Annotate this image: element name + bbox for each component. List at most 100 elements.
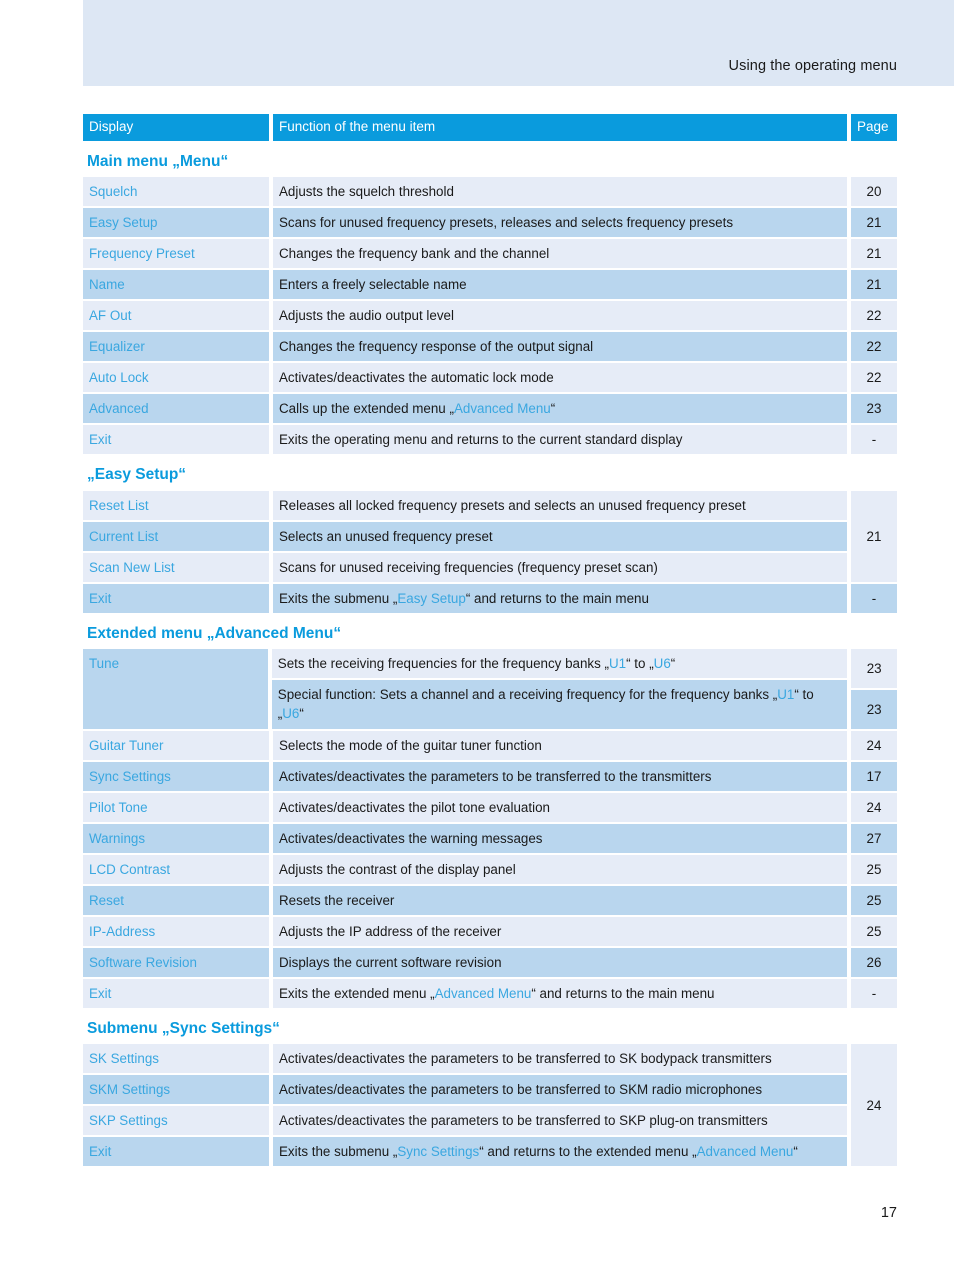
table-row: Reset Resets the receiver 25 <box>83 885 897 915</box>
table-row: Frequency Preset Changes the frequency ba… <box>83 239 897 269</box>
function-text: Adjusts the contrast of the display pane… <box>279 861 516 877</box>
page-content: Display Function of the menu item Page M… <box>83 114 897 1168</box>
menu-item-page: 21 <box>851 270 897 300</box>
menu-item-page: - <box>851 425 897 455</box>
table-row-group: SK Settings SKM Settings SKP Settings Exit A… <box>83 1044 897 1167</box>
function-text: Activates/deactivates the automatic lock… <box>279 370 554 386</box>
table-row: Squelch Adjusts the squelch threshold 20 <box>83 177 897 207</box>
menu-item-function: Changes the frequency bank and the chann… <box>273 239 847 269</box>
menu-item-name: Software Revision <box>83 947 269 977</box>
menu-item-page: - <box>851 583 897 613</box>
menu-item-name: Current List <box>83 521 269 551</box>
table-row: Exit Exits the operating menu and returns… <box>83 425 897 455</box>
menu-item-name: Exit <box>83 583 269 613</box>
menu-item-page: 21 <box>851 239 897 269</box>
table-row: Sync Settings Activates/deactivates the p… <box>83 761 897 791</box>
function-text: Activates/deactivates the pilot tone eva… <box>279 799 550 815</box>
menu-item-page: 17 <box>851 761 897 791</box>
function-text: Selects the mode of the guitar tuner fun… <box>279 737 542 753</box>
menu-item-name: Exit <box>83 978 269 1008</box>
menu-item-function: Sets the receiving frequencies for the f… <box>271 649 848 679</box>
column-header-display: Display <box>83 114 269 141</box>
table-group-main-menu: Squelch Adjusts the squelch threshold 20 Ea… <box>83 177 897 455</box>
menu-reference-link[interactable]: Advanced Menu <box>454 401 551 416</box>
menu-item-page: 23 <box>851 394 897 424</box>
function-text: Exits the operating menu and returns to … <box>279 432 683 448</box>
menu-item-page: 22 <box>851 363 897 393</box>
menu-item-function: Adjusts the IP address of the receiver <box>273 916 847 946</box>
menu-reference-link[interactable]: U6 <box>654 656 671 671</box>
function-text: Activates/deactivates the parameters to … <box>279 1113 768 1129</box>
table-row: Exit Exits the extended menu „Advanced Me… <box>83 978 897 1008</box>
menu-item-function: Activates/deactivates the parameters to … <box>273 1044 847 1074</box>
function-text: Activates/deactivates the warning messag… <box>279 830 543 846</box>
menu-group-page: 21 <box>851 490 897 582</box>
table-group-extended-menu: Tune Sets the receiving frequencies for t… <box>83 649 897 1008</box>
table-column-header: Display Function of the menu item Page <box>83 114 897 141</box>
page-header-band: Using the operating menu <box>83 0 954 86</box>
menu-item-name: Advanced <box>83 394 269 424</box>
function-text: “ and returns to the extended menu „ <box>479 1144 697 1160</box>
menu-item-function: Adjusts the squelch threshold <box>273 177 847 207</box>
menu-item-function: Activates/deactivates the parameters to … <box>273 761 847 791</box>
menu-item-function: Resets the receiver <box>273 885 847 915</box>
table-group-sync-settings: SK Settings SKM Settings SKP Settings Exit A… <box>83 1044 897 1167</box>
table-row-group: Reset List Current List Scan New List Relea… <box>83 490 897 582</box>
column-header-page: Page <box>851 114 897 141</box>
page-header-title: Using the operating menu <box>728 58 897 74</box>
menu-reference-link[interactable]: Advanced Menu <box>435 986 532 1001</box>
menu-reference-link[interactable]: Easy Setup <box>397 591 465 606</box>
menu-reference-link[interactable]: U6 <box>282 706 299 721</box>
menu-item-function: Exits the extended menu „Advanced Menu“ … <box>273 978 847 1008</box>
function-text: Activates/deactivates the parameters to … <box>279 1051 772 1067</box>
function-text: Scans for unused receiving frequencies (… <box>279 559 658 575</box>
menu-item-page: 21 <box>851 208 897 238</box>
table-row: Pilot Tone Activates/deactivates the pilo… <box>83 792 897 822</box>
menu-reference-link[interactable]: Advanced Menu <box>697 1144 794 1159</box>
function-text: Changes the frequency bank and the chann… <box>279 246 550 262</box>
menu-item-name: SKP Settings <box>83 1106 269 1136</box>
function-text: “ <box>793 1144 798 1160</box>
column-header-function: Function of the menu item <box>273 114 847 141</box>
menu-group-page: 24 <box>851 1044 897 1167</box>
table-row-group-tune: Tune Sets the receiving frequencies for t… <box>83 649 897 729</box>
menu-item-name: Guitar Tuner <box>83 730 269 760</box>
menu-item-page: 24 <box>851 792 897 822</box>
table-row: Easy Setup Scans for unused frequency pre… <box>83 208 897 238</box>
table-row: Equalizer Changes the frequency response … <box>83 332 897 362</box>
function-text: Activates/deactivates the parameters to … <box>279 768 712 784</box>
menu-item-name: AF Out <box>83 301 269 331</box>
menu-item-name: Scan New List <box>83 552 269 582</box>
function-text: Adjusts the IP address of the receiver <box>279 923 502 939</box>
menu-item-page: 20 <box>851 177 897 207</box>
menu-reference-link[interactable]: Sync Settings <box>397 1144 479 1159</box>
table-row: Warnings Activates/deactivates the warnin… <box>83 823 897 853</box>
menu-item-name: Exit <box>83 425 269 455</box>
menu-item-name: Name <box>83 270 269 300</box>
menu-item-function: Selects the mode of the guitar tuner fun… <box>273 730 847 760</box>
table-row: Guitar Tuner Selects the mode of the guit… <box>83 730 897 760</box>
page-number: 17 <box>880 1205 897 1221</box>
menu-item-function: Exits the submenu „Easy Setup“ and retur… <box>273 583 847 613</box>
function-text: Resets the receiver <box>279 892 395 908</box>
function-text: “ and returns to the main menu <box>531 985 715 1001</box>
menu-item-page: 22 <box>851 332 897 362</box>
menu-item-function: Adjusts the contrast of the display pane… <box>273 854 847 884</box>
section-heading-main-menu: Main menu „Menu“ <box>87 152 229 170</box>
menu-item-name: Warnings <box>83 823 269 853</box>
function-text: Displays the current software revision <box>279 954 502 970</box>
menu-item-function: Displays the current software revision <box>273 947 847 977</box>
menu-item-function: Adjusts the audio output level <box>273 301 847 331</box>
menu-reference-link[interactable]: U1 <box>777 687 794 702</box>
function-text: Exits the submenu „ <box>279 590 398 606</box>
menu-item-name: IP-Address <box>83 916 269 946</box>
menu-item-function: Activates/deactivates the parameters to … <box>273 1075 847 1105</box>
function-text: “ <box>299 706 304 722</box>
menu-reference-link[interactable]: U1 <box>609 656 626 671</box>
function-text: Activates/deactivates the parameters to … <box>279 1082 763 1098</box>
menu-item-page: 23 <box>851 689 897 729</box>
menu-item-function: Activates/deactivates the automatic lock… <box>273 363 847 393</box>
menu-item-name: Exit <box>83 1137 269 1167</box>
menu-item-name: Frequency Preset <box>83 239 269 269</box>
menu-item-page: 23 <box>851 649 897 688</box>
